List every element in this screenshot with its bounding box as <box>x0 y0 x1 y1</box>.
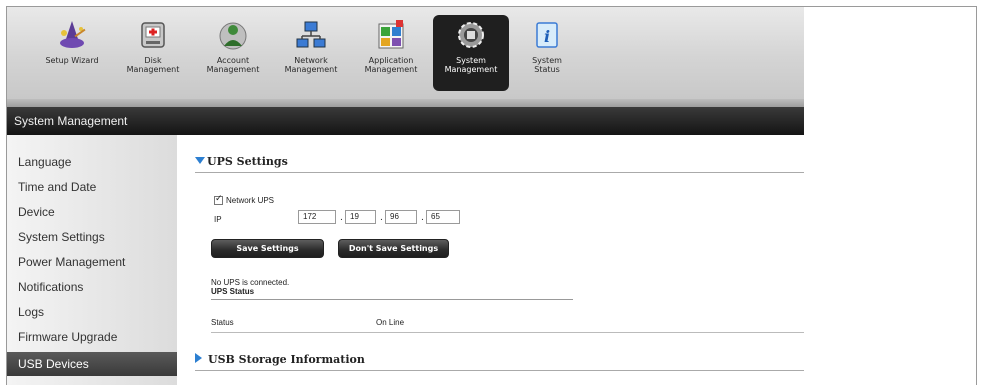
dont-save-settings-button[interactable]: Don't Save Settings <box>338 239 449 258</box>
nav-disk-management[interactable]: Disk Management <box>125 15 181 91</box>
ups-status-heading: UPS Status <box>211 287 255 296</box>
topbar-divider <box>7 99 804 107</box>
account-icon <box>219 22 247 50</box>
divider <box>195 172 804 173</box>
ups-settings-toggle[interactable]: UPS Settings <box>195 155 288 168</box>
nav-label: System Management <box>444 56 498 74</box>
nav-label: System Status <box>532 56 562 74</box>
system-icon <box>458 22 484 48</box>
sidebar: Language Time and Date Device System Set… <box>7 135 177 385</box>
sidebar-item-time-and-date[interactable]: Time and Date <box>7 176 177 199</box>
sidebar-item-logs[interactable]: Logs <box>7 301 177 324</box>
nav-setup-wizard[interactable]: Setup Wizard <box>41 15 103 91</box>
main-content: UPS Settings Network UPS IP 172 . 19 . 9… <box>177 135 804 385</box>
ip-separator: . <box>380 213 383 223</box>
nav-label: Disk Management <box>126 56 180 74</box>
ip-separator: . <box>340 213 343 223</box>
nav-network-management[interactable]: Network Management <box>281 15 341 91</box>
ip-label: IP <box>214 215 222 224</box>
svg-text:i: i <box>544 27 550 46</box>
nav-account-management[interactable]: Account Management <box>203 15 263 91</box>
network-icon <box>296 21 326 48</box>
nav-system-management[interactable]: System Management <box>433 15 509 91</box>
section-title-bar: System Management <box>7 107 804 135</box>
usb-storage-toggle[interactable]: USB Storage Information <box>195 353 365 366</box>
collapse-arrow-icon <box>195 157 205 164</box>
nav-label: Setup Wizard <box>45 56 99 65</box>
save-settings-button[interactable]: Save Settings <box>211 239 324 258</box>
sidebar-item-power-management[interactable]: Power Management <box>7 251 177 274</box>
sidebar-item-usb-devices[interactable]: USB Devices <box>7 352 177 376</box>
wizard-icon <box>60 21 86 48</box>
ups-settings-heading: UPS Settings <box>207 155 288 168</box>
status-value: On Line <box>376 318 405 327</box>
info-icon: i <box>536 22 558 48</box>
sidebar-item-language[interactable]: Language <box>7 151 177 174</box>
nav-system-status[interactable]: i System Status <box>519 15 575 91</box>
nav-application-management[interactable]: Application Management <box>359 15 423 91</box>
ip-octet-1-input[interactable]: 172 <box>298 210 336 224</box>
sidebar-item-system-settings[interactable]: System Settings <box>7 226 177 249</box>
sidebar-item-firmware-upgrade[interactable]: Firmware Upgrade <box>7 326 177 349</box>
ip-octet-3-input[interactable]: 96 <box>385 210 417 224</box>
disk-icon <box>141 22 165 48</box>
nav-label: Application Management <box>364 56 418 74</box>
sidebar-item-device[interactable]: Device <box>7 201 177 224</box>
status-label: Status <box>211 318 234 327</box>
nav-label: Account Management <box>206 56 260 74</box>
divider <box>211 299 573 300</box>
top-navigation-bar: Setup Wizard Disk Management Account Man… <box>7 7 804 99</box>
application-icon <box>378 20 404 49</box>
usb-storage-heading: USB Storage Information <box>208 353 365 366</box>
expand-arrow-icon <box>195 353 202 363</box>
nav-label: Network Management <box>284 56 338 74</box>
network-ups-label: Network UPS <box>226 196 275 205</box>
sidebar-item-notifications[interactable]: Notifications <box>7 276 177 299</box>
ip-octet-4-input[interactable]: 65 <box>426 210 460 224</box>
divider <box>195 370 804 371</box>
ip-separator: . <box>421 213 424 223</box>
ups-connection-message: No UPS is connected. <box>211 278 290 287</box>
network-ups-checkbox[interactable] <box>214 194 223 205</box>
divider <box>211 332 804 333</box>
ip-octet-2-input[interactable]: 19 <box>345 210 376 224</box>
app-frame: Setup Wizard Disk Management Account Man… <box>6 6 977 385</box>
